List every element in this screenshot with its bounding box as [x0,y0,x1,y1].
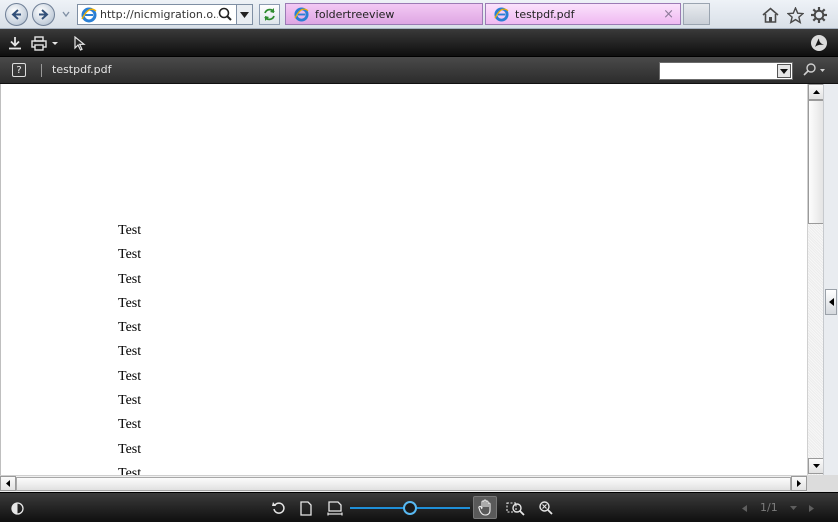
collapse-panel-button[interactable] [825,289,837,315]
page-indicator: 1/1 [760,501,778,514]
zoom-icon [539,501,553,515]
select-tool-icon [74,35,86,51]
text-line: Test [118,417,142,433]
pdf-navbar: ? testpdf.pdf [0,57,838,84]
home-button[interactable] [760,5,780,25]
chevron-left-icon [828,298,834,306]
text-line: Test [118,441,142,457]
text-line: Test [118,344,142,360]
compatibility-refresh-button[interactable] [259,4,280,25]
rotate-button[interactable] [271,500,287,516]
browser-toolbar: http://nicmigration.o... foldertreeview … [0,0,838,29]
fit-width-button[interactable] [327,500,343,516]
star-icon [786,6,804,24]
ie-page-icon [294,6,309,22]
vertical-scrollbar[interactable] [807,84,824,475]
fit-page-button[interactable] [298,500,314,516]
side-panel [823,84,838,475]
ie-page-icon [81,7,97,22]
hand-icon [477,499,491,516]
chevron-down-icon [789,506,797,510]
back-button[interactable] [5,3,28,26]
acrobat-button[interactable] [810,35,828,51]
address-bar[interactable]: http://nicmigration.o... [77,4,253,25]
address-dropdown-button[interactable] [236,5,252,24]
find-dropdown-button[interactable] [777,64,791,78]
document-view[interactable]: Test Test Test Test Test Test Test Test … [0,84,807,475]
zoom-out-button[interactable] [537,500,555,516]
contrast-icon [10,501,24,515]
pdf-toolbar [0,29,838,57]
arrow-right-icon [797,480,801,487]
download-button[interactable] [7,35,23,51]
chevron-down-icon [240,11,249,18]
scroll-down-button[interactable] [808,458,824,474]
forward-button[interactable] [32,3,55,26]
arrow-down-icon [812,464,820,468]
text-line: Test [118,223,142,238]
chevron-down-icon [780,68,788,74]
next-page-button[interactable] [806,500,816,516]
address-url[interactable]: http://nicmigration.o... [100,8,218,21]
text-line: Test [118,465,142,475]
tools-button[interactable] [809,5,829,25]
refresh-icon [264,8,275,21]
vertical-scroll-thumb[interactable] [808,100,824,224]
print-icon [31,36,58,51]
tab-foldertreeview[interactable]: foldertreeview [285,3,483,25]
arrow-up-icon [812,90,820,94]
page-menu-button[interactable] [787,500,799,516]
text-line: Test [118,247,142,263]
select-tool-button[interactable] [72,35,88,51]
forward-arrow-icon [39,9,49,20]
find-input[interactable] [659,62,793,80]
document-filename: testpdf.pdf [52,63,112,76]
text-line: Test [118,368,142,384]
chevron-right-icon [808,504,814,512]
back-arrow-icon [11,9,21,20]
home-icon [761,7,779,23]
gear-icon [811,7,827,23]
hand-tool-button[interactable] [473,496,497,519]
search-icon[interactable] [217,6,234,23]
scroll-left-button[interactable] [0,476,16,491]
rotate-icon [272,502,285,514]
text-line: Test [118,393,142,409]
download-icon [9,37,21,50]
search-icon[interactable] [800,62,826,78]
tab-label: foldertreeview [315,7,395,21]
close-tab-icon[interactable]: × [663,7,674,22]
marquee-zoom-icon [506,501,525,516]
help-button[interactable]: ? [12,63,26,77]
chevron-left-icon [741,504,747,512]
fit-width-icon [327,500,343,515]
document-text: Test Test Test Test Test Test Test Test … [118,222,141,475]
scroll-right-button[interactable] [791,476,807,491]
recent-pages-dropdown-icon[interactable] [62,10,70,18]
theme-toggle-button[interactable] [9,500,25,516]
text-line: Test [118,295,142,311]
print-button[interactable] [31,35,61,51]
scroll-up-button[interactable] [808,84,824,100]
text-line: Test [118,320,142,336]
previous-page-button[interactable] [739,500,749,516]
text-line: Test [118,271,142,287]
ie-page-icon [494,6,509,22]
arrow-left-icon [6,480,10,487]
tab-testpdf[interactable]: testpdf.pdf × [485,3,681,25]
pdf-bottom-toolbar: 1/1 [0,492,838,522]
divider [41,64,42,77]
page-icon [300,500,312,516]
zoom-slider-knob[interactable] [403,501,417,515]
favorites-button[interactable] [785,5,805,25]
acrobat-icon [811,35,827,51]
tab-label: testpdf.pdf [515,7,575,21]
scroll-corner [807,475,838,492]
new-tab-button[interactable] [683,3,710,25]
marquee-zoom-button[interactable] [505,500,527,516]
horizontal-scrollbar[interactable] [0,475,807,492]
horizontal-scroll-thumb[interactable] [16,477,791,491]
